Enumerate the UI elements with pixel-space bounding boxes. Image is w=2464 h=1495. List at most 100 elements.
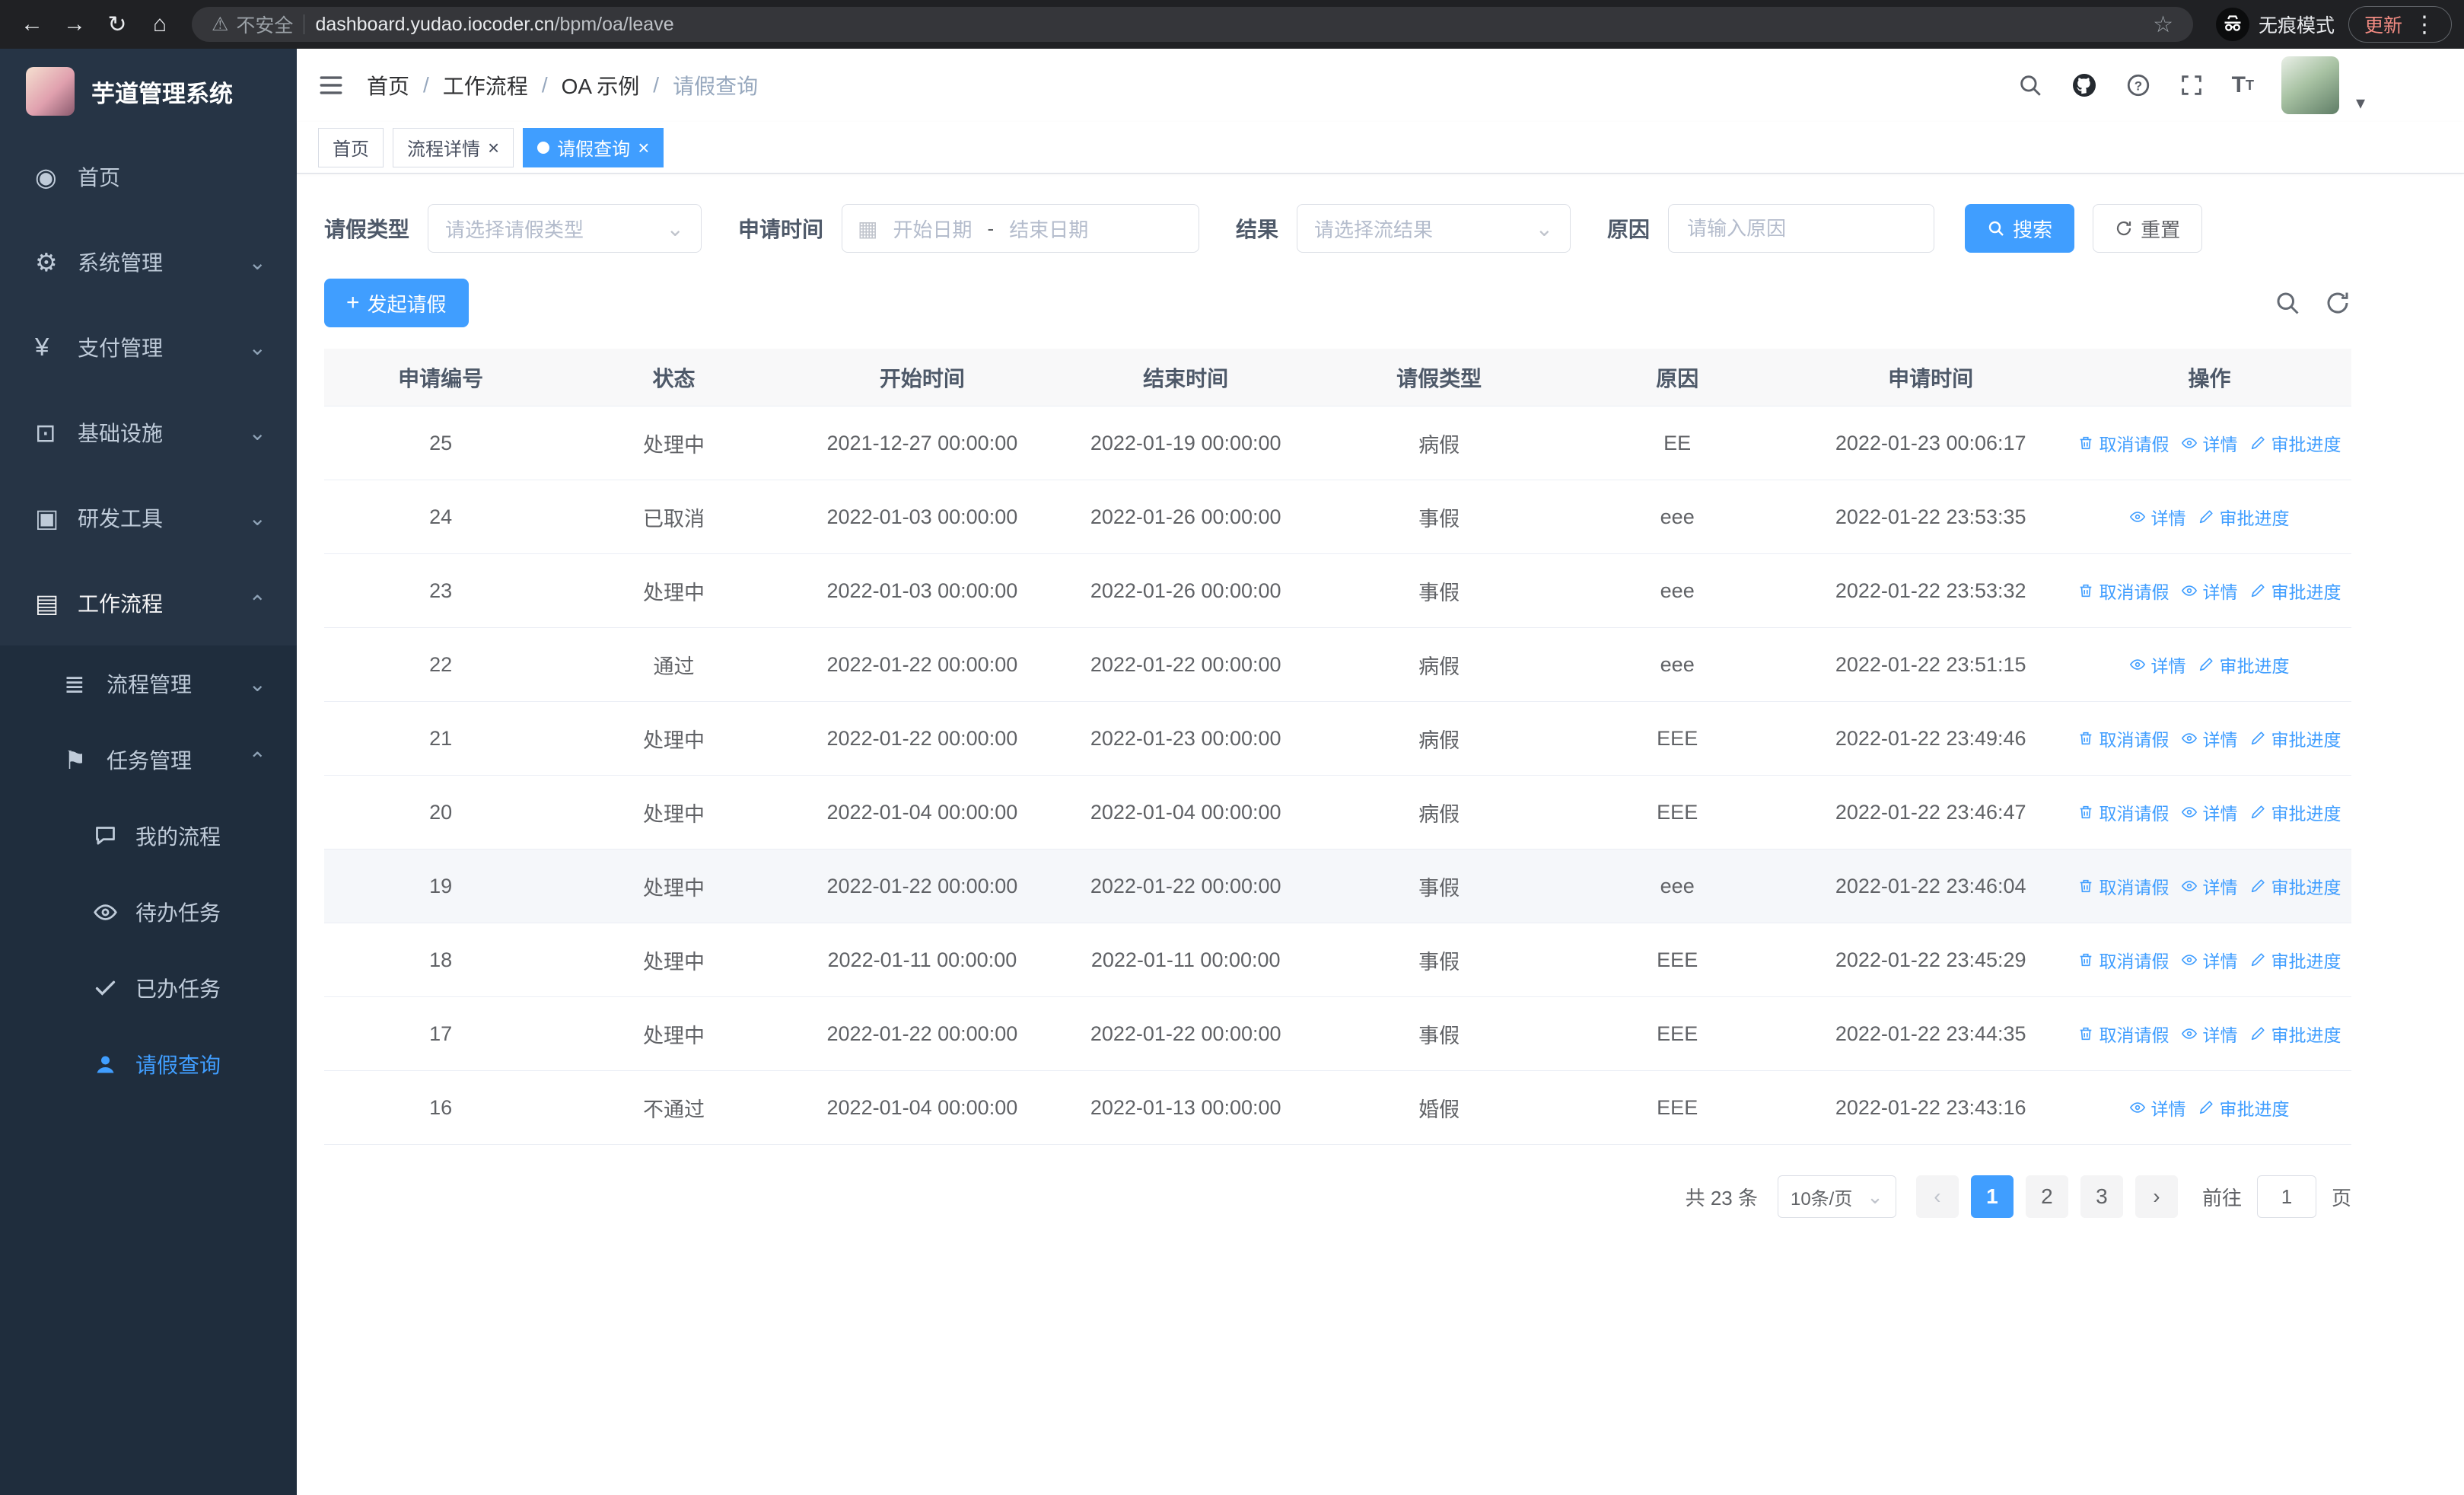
next-page-button[interactable]: › [2135, 1175, 2178, 1218]
flag-icon: ⚑ [64, 745, 87, 774]
check-icon [93, 976, 135, 1001]
reason-input[interactable] [1668, 204, 1935, 253]
sidebar-item-infrastructure[interactable]: ⊡ 基础设施 ⌄ [0, 390, 297, 475]
cancel-leave-link[interactable]: 取消请假 [2077, 947, 2169, 973]
breadcrumb-item-oa-example[interactable]: OA 示例 [562, 70, 640, 100]
detail-link[interactable]: 详情 [2181, 1021, 2237, 1047]
refresh-table-icon[interactable] [2324, 289, 2351, 317]
detail-link[interactable]: 详情 [2129, 1095, 2185, 1120]
view-icon [2129, 656, 2146, 673]
search-icon[interactable] [2017, 72, 2043, 98]
detail-link[interactable]: 详情 [2181, 873, 2237, 899]
sidebar-item-devtools[interactable]: ▣ 研发工具 ⌄ [0, 475, 297, 560]
search-button[interactable]: 搜索 [1965, 204, 2075, 253]
chevron-down-icon: ⌄ [248, 250, 266, 274]
op-label: 审批进度 [2271, 804, 2341, 824]
date-range-picker[interactable]: ▦ 开始日期 - 结束日期 [842, 204, 1200, 253]
sidebar-item-my-process[interactable]: 我的流程 [0, 798, 297, 874]
approval-progress-link[interactable]: 审批进度 [2249, 430, 2341, 456]
url-path: /bpm/oa/leave [554, 13, 674, 35]
github-icon[interactable] [2071, 72, 2098, 99]
cell-status: 不通过 [643, 1098, 705, 1121]
toggle-search-icon[interactable] [2274, 289, 2301, 317]
cell-end: 2022-01-13 00:00:00 [1090, 1095, 1281, 1119]
goto-page-input[interactable] [2256, 1175, 2316, 1218]
breadcrumb-item-workflow[interactable]: 工作流程 [443, 70, 528, 100]
create-leave-button[interactable]: + 发起请假 [324, 279, 469, 327]
page-button-2[interactable]: 2 [2025, 1175, 2068, 1218]
sidebar-item-workflow[interactable]: ▤ 工作流程 ⌃ [0, 560, 297, 645]
cell-status: 已取消 [643, 507, 705, 531]
approval-progress-link[interactable]: 审批进度 [2249, 947, 2341, 973]
total-count: 共 23 条 [1685, 1186, 1758, 1210]
approval-progress-link[interactable]: 审批进度 [2198, 1095, 2289, 1120]
cancel-leave-link[interactable]: 取消请假 [2077, 1021, 2169, 1047]
approval-progress-link[interactable]: 审批进度 [2249, 873, 2341, 899]
approval-progress-link[interactable]: 审批进度 [2249, 799, 2341, 825]
browser-menu-icon[interactable]: ⋮ [2413, 11, 2436, 38]
page-button-1[interactable]: 1 [1970, 1175, 2014, 1218]
sidebar-item-leave-query[interactable]: 请假查询 [0, 1026, 297, 1102]
help-icon[interactable]: ? [2125, 72, 2151, 98]
approval-progress-link[interactable]: 审批进度 [2249, 578, 2341, 604]
breadcrumb-item-home[interactable]: 首页 [367, 70, 409, 100]
bookmark-star-icon[interactable]: ☆ [2153, 11, 2173, 38]
cancel-leave-link[interactable]: 取消请假 [2077, 725, 2169, 751]
detail-link[interactable]: 详情 [2181, 725, 2237, 751]
font-size-icon[interactable]: TT [2232, 72, 2254, 98]
tab-process-detail[interactable]: 流程详情 × [393, 127, 514, 167]
detail-link[interactable]: 详情 [2129, 504, 2185, 530]
approval-progress-link[interactable]: 审批进度 [2198, 504, 2289, 530]
cell-type: 病假 [1418, 433, 1460, 457]
edit-icon [2249, 804, 2266, 821]
cell-id: 24 [429, 505, 453, 528]
breadcrumb-separator: / [541, 73, 548, 97]
address-bar[interactable]: ⚠ 不安全 dashboard.yudao.iocoder.cn/bpm/oa/… [192, 7, 2193, 42]
detail-link[interactable]: 详情 [2181, 578, 2237, 604]
reset-button[interactable]: 重置 [2093, 204, 2203, 253]
update-chip[interactable]: 更新 ⋮ [2348, 6, 2452, 43]
trash-icon [2077, 435, 2094, 451]
sidebar-item-todo-task[interactable]: 待办任务 [0, 874, 297, 950]
app-logo[interactable]: 芋道管理系统 [0, 49, 297, 134]
security-warning-icon: ⚠ [212, 14, 229, 35]
cancel-leave-link[interactable]: 取消请假 [2077, 578, 2169, 604]
detail-link[interactable]: 详情 [2129, 652, 2185, 677]
avatar-dropdown-icon[interactable]: ▾ [2356, 92, 2365, 114]
cell-id: 17 [429, 1022, 453, 1045]
page-button-3[interactable]: 3 [2080, 1175, 2123, 1218]
cancel-leave-link[interactable]: 取消请假 [2077, 430, 2169, 456]
result-select[interactable]: 请选择流结果 ⌄ [1297, 204, 1571, 253]
user-avatar[interactable] [2281, 56, 2339, 114]
cell-reason: eee [1660, 874, 1695, 897]
cancel-leave-link[interactable]: 取消请假 [2077, 873, 2169, 899]
hamburger-icon[interactable] [318, 72, 344, 98]
detail-link[interactable]: 详情 [2181, 430, 2237, 456]
reload-button[interactable]: ↻ [97, 5, 137, 44]
detail-link[interactable]: 详情 [2181, 947, 2237, 973]
sidebar-item-payment[interactable]: ¥ 支付管理 ⌄ [0, 304, 297, 390]
approval-progress-link[interactable]: 审批进度 [2198, 652, 2289, 677]
leave-type-select[interactable]: 请选择请假类型 ⌄ [428, 204, 702, 253]
detail-link[interactable]: 详情 [2181, 799, 2237, 825]
page-size-select[interactable]: 10条/页 ⌄ [1777, 1175, 1896, 1218]
forward-button[interactable]: → [55, 5, 94, 44]
close-icon[interactable]: × [488, 138, 499, 158]
home-button[interactable]: ⌂ [140, 5, 180, 44]
approval-progress-link[interactable]: 审批进度 [2249, 1021, 2341, 1047]
close-icon[interactable]: × [638, 138, 649, 158]
approval-progress-link[interactable]: 审批进度 [2249, 725, 2341, 751]
fullscreen-icon[interactable] [2179, 72, 2205, 98]
back-button[interactable]: ← [12, 5, 52, 44]
sidebar-item-home[interactable]: ◉ 首页 [0, 134, 297, 219]
sidebar-item-task-mgmt[interactable]: ⚑ 任务管理 ⌃ [0, 722, 297, 798]
tab-leave-query[interactable]: 请假查询 × [523, 127, 664, 167]
sidebar-item-system[interactable]: ⚙ 系统管理 ⌄ [0, 219, 297, 304]
sidebar-item-done-task[interactable]: 已办任务 [0, 950, 297, 1026]
prev-page-button[interactable]: ‹ [1915, 1175, 1959, 1218]
cancel-leave-link[interactable]: 取消请假 [2077, 799, 2169, 825]
page-unit-label: 页 [2331, 1186, 2351, 1210]
table-toolbar: + 发起请假 [324, 279, 2351, 327]
sidebar-item-process-mgmt[interactable]: ≣ 流程管理 ⌄ [0, 645, 297, 722]
tab-home[interactable]: 首页 [318, 127, 384, 167]
